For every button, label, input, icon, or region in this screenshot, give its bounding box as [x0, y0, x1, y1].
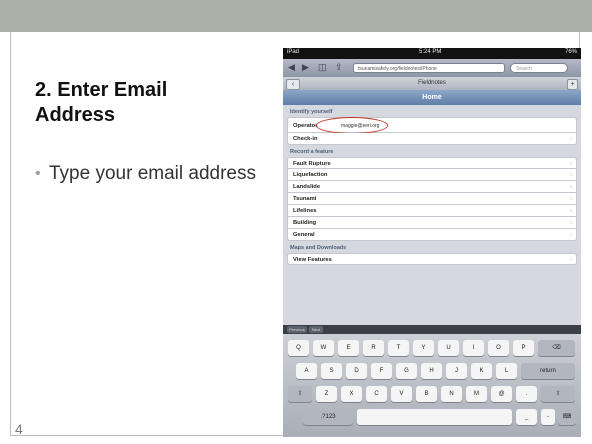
key-i[interactable]: I: [463, 340, 484, 356]
add-tab-button[interactable]: +: [567, 79, 578, 90]
key-a[interactable]: A: [296, 363, 317, 379]
key-u[interactable]: U: [438, 340, 459, 356]
status-battery: 76%: [564, 49, 577, 55]
list-item-label: Lifelines: [293, 208, 317, 214]
chevron-right-icon: ›: [570, 172, 572, 178]
chevron-right-icon: ›: [570, 196, 572, 202]
page-number: 4: [15, 421, 23, 437]
key-x[interactable]: X: [341, 386, 362, 402]
status-device: iPad: [287, 49, 300, 55]
chevron-right-icon: ›: [570, 184, 572, 190]
check-in-row[interactable]: Check-in ›: [287, 133, 577, 145]
key-k[interactable]: K: [471, 363, 492, 379]
next-button[interactable]: Next: [309, 326, 323, 333]
numbers-key[interactable]: .?123: [303, 409, 353, 425]
key-q[interactable]: Q: [288, 340, 309, 356]
browser-toolbar: ◀ ▶ ◫ ⇪ tsunamisafety.org/fieldnotes/iPh…: [283, 59, 581, 77]
status-bar: iPad 5:24 PM 76%: [283, 48, 581, 59]
key-p[interactable]: P: [513, 340, 534, 356]
chevron-right-icon: ›: [570, 232, 572, 238]
key-r[interactable]: R: [363, 340, 384, 356]
on-screen-keyboard: Q W E R T Y U I O P ⌫ A S D F G H J K L …: [283, 334, 581, 437]
key-e[interactable]: E: [338, 340, 359, 356]
key-t[interactable]: T: [388, 340, 409, 356]
ipad-screenshot: iPad 5:24 PM 76% ◀ ▶ ◫ ⇪ tsunamisafety.o…: [283, 48, 581, 437]
list-item-building[interactable]: Building ›: [287, 217, 577, 229]
forward-icon[interactable]: ▶: [302, 62, 309, 73]
list-item-landslide[interactable]: Landslide ›: [287, 181, 577, 193]
list-item-label: Building: [293, 220, 317, 226]
list-item-liquefaction[interactable]: Liquefaction ›: [287, 169, 577, 181]
list-item-view-features[interactable]: View Features ›: [287, 253, 577, 265]
page-title: Fieldnotes: [418, 80, 446, 86]
key-j[interactable]: J: [446, 363, 467, 379]
search-field[interactable]: Search: [510, 63, 568, 73]
shift-right-icon[interactable]: ⇧: [541, 386, 575, 402]
key-hyphen[interactable]: -: [541, 409, 555, 425]
home-header: Home: [283, 90, 581, 105]
key-d[interactable]: D: [346, 363, 367, 379]
space-bar[interactable]: [357, 409, 512, 425]
list-item-label: Liquefaction: [293, 172, 328, 178]
list-item-label: Landslide: [293, 184, 321, 190]
key-o[interactable]: O: [488, 340, 509, 356]
key-b[interactable]: B: [416, 386, 437, 402]
chevron-right-icon: ›: [570, 136, 572, 142]
key-n[interactable]: N: [441, 386, 462, 402]
chevron-right-icon: ›: [570, 257, 572, 263]
keyboard-toolbar: Previous Next: [283, 325, 581, 334]
list-item-fault-rupture[interactable]: Fault Rupture ›: [287, 157, 577, 169]
chevron-right-icon: ›: [570, 208, 572, 214]
bullet-text: Type your email address: [49, 163, 256, 184]
url-field[interactable]: tsunamisafety.org/fieldnotes/iPhone: [353, 63, 505, 73]
return-key[interactable]: return: [521, 363, 575, 379]
list-item-general[interactable]: General ›: [287, 229, 577, 241]
key-z[interactable]: Z: [316, 386, 337, 402]
bullet-dot-icon: •: [35, 165, 41, 182]
operator-row[interactable]: Operator maggie@eeri.org: [287, 117, 577, 134]
key-v[interactable]: V: [391, 386, 412, 402]
shift-left-icon[interactable]: ⇧: [288, 386, 312, 402]
section-heading-identify: Identify yourself: [290, 109, 333, 115]
share-icon[interactable]: ⇪: [335, 62, 343, 73]
section-heading-maps: Maps and Downloads: [290, 245, 347, 251]
highlight-ellipse: [316, 117, 388, 134]
check-in-label: Check-in: [293, 136, 318, 142]
key-f[interactable]: F: [371, 363, 392, 379]
bookmarks-icon[interactable]: ◫: [318, 62, 327, 73]
key-c[interactable]: C: [366, 386, 387, 402]
status-time: 5:24 PM: [419, 49, 442, 55]
hide-keyboard-icon[interactable]: ⌨: [558, 409, 576, 425]
key-period[interactable]: .: [516, 386, 537, 402]
key-m[interactable]: M: [466, 386, 487, 402]
section-heading-record: Record a feature: [290, 149, 334, 155]
key-at[interactable]: @: [491, 386, 512, 402]
back-button[interactable]: ‹: [286, 79, 300, 90]
back-icon[interactable]: ◀: [288, 62, 295, 73]
key-l[interactable]: L: [496, 363, 517, 379]
list-item-lifelines[interactable]: Lifelines ›: [287, 205, 577, 217]
key-underscore[interactable]: _: [516, 409, 537, 425]
key-s[interactable]: S: [321, 363, 342, 379]
menu-sections: Identify yourself Operator maggie@eeri.o…: [283, 105, 581, 265]
list-item-tsunami[interactable]: Tsunami ›: [287, 193, 577, 205]
list-item-label: General: [293, 232, 315, 238]
bullet-item: • Type your email address: [35, 162, 265, 186]
list-item-label: Fault Rupture: [293, 161, 331, 167]
key-h[interactable]: H: [421, 363, 442, 379]
key-g[interactable]: G: [396, 363, 417, 379]
list-item-label: Tsunami: [293, 196, 317, 202]
slide-top-band: [0, 0, 592, 32]
page-title-bar: ‹ Fieldnotes +: [283, 77, 581, 90]
list-item-label: View Features: [293, 257, 332, 263]
key-w[interactable]: W: [313, 340, 334, 356]
operator-label: Operator: [293, 123, 318, 129]
previous-button[interactable]: Previous: [287, 326, 307, 333]
chevron-right-icon: ›: [570, 220, 572, 226]
backspace-icon[interactable]: ⌫: [538, 340, 575, 356]
key-y[interactable]: Y: [413, 340, 434, 356]
slide-title: 2. Enter Email Address: [35, 79, 168, 126]
